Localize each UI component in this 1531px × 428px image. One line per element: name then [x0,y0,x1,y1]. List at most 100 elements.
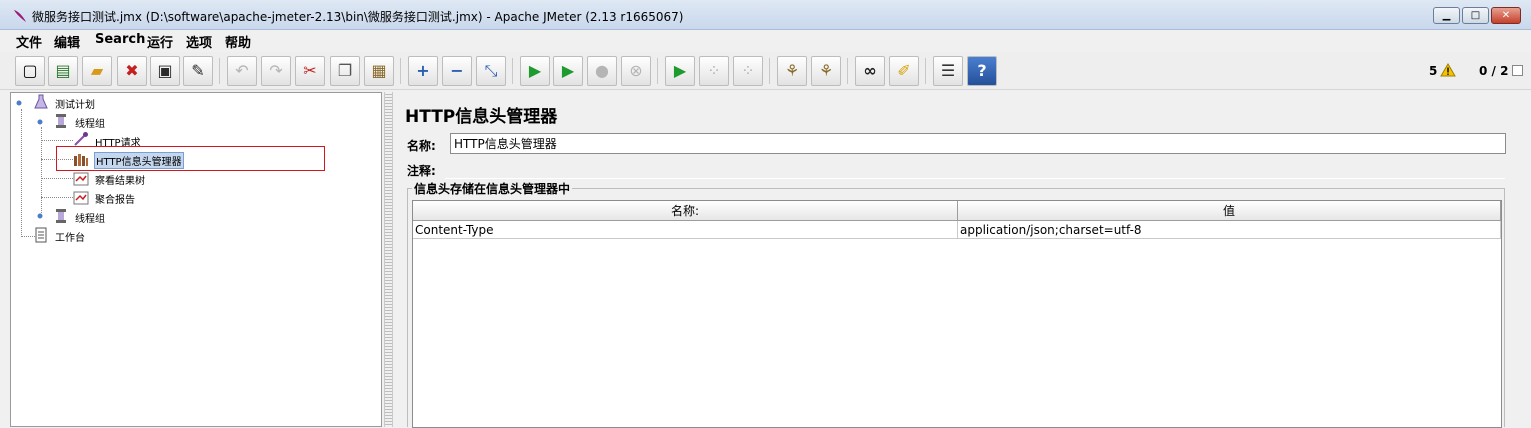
headers-group: 信息头存储在信息头管理器中 名称: 值 Content-Type applica… [407,180,1505,428]
remote-shutdown-icon: ⁘ [741,61,755,80]
save-icon: ▣ [157,61,173,80]
tree-collapse-toggle[interactable] [15,99,23,107]
list-icon: ☰ [940,61,956,80]
reset-search-button[interactable]: ✐ [889,56,919,86]
flask-icon [34,94,48,109]
menu-bar: 文件 编辑 Search 运行 选项 帮助 [0,30,1531,52]
menu-help[interactable]: 帮助 [225,32,251,51]
menu-options[interactable]: 选项 [186,32,212,51]
brush-icon: ✐ [897,61,911,80]
minimize-button[interactable]: ▁ [1433,7,1460,24]
remote-start-button[interactable]: ▶ [665,56,695,86]
start-no-pause-button[interactable]: ▶ [553,56,583,86]
window-controls: ▁ □ ✕ [1433,7,1521,24]
function-helper-button[interactable]: ☰ [933,56,963,86]
menu-edit[interactable]: 编辑 [54,32,80,51]
stop-button[interactable]: ● [587,56,617,86]
headers-table: 名称: 值 Content-Type application/json;char… [412,200,1502,428]
tree-guide-line [41,140,73,141]
toolbar-separator [925,58,926,84]
tree-item-workbench[interactable]: 工作台 [55,229,85,244]
shutdown-button[interactable]: ⊗ [621,56,651,86]
active-threads-count: 0 / 2 [1479,64,1509,78]
menu-file[interactable]: 文件 [16,32,42,51]
search-button[interactable]: ∞ [855,56,885,86]
name-input[interactable] [450,133,1506,154]
tree-item-aggregate-report[interactable]: 聚合报告 [95,191,135,206]
paste-icon: ▦ [371,61,387,80]
panel-splitter[interactable] [384,92,393,427]
test-plan-tree: 测试计划 线程组 HTTP请求 HTTP信息头管理器 察看结果树 聚合报告 线程… [10,92,382,427]
help-icon: ? [977,61,987,80]
toolbar-separator [847,58,848,84]
toggle-button[interactable]: ⤡ [476,56,506,86]
page-title: HTTP信息头管理器 [405,107,558,127]
binoculars-icon: ∞ [863,61,877,80]
table-cell-header-name[interactable]: Content-Type [413,221,958,239]
toolbar-separator [769,58,770,84]
cut-button[interactable]: ✂ [295,56,325,86]
new-button[interactable]: ▢ [15,56,45,86]
column-header-name[interactable]: 名称: [413,201,958,221]
close-file-button[interactable]: ✖ [117,56,147,86]
remote-stop-icon: ⁘ [707,61,721,80]
element-editor-panel: HTTP信息头管理器 名称: 注释: 信息头存储在信息头管理器中 名称: 值 C… [395,92,1524,428]
tree-collapse-toggle[interactable] [36,118,44,126]
workbench-icon [35,227,47,243]
new-file-icon: ▢ [22,61,38,80]
save-button[interactable]: ▣ [150,56,180,86]
scissors-icon: ✂ [303,61,317,80]
play-icon: ▶ [528,61,542,80]
toolbar-separator [512,58,513,84]
toolbar: ▢ ▤ ▰ ✖ ▣ ✎ ↶ ↷ ✂ ❐ ▦ + − ⤡ ▶ ▶ ● ⊗ ▶ ⁘ … [0,52,1531,90]
redo-icon: ↷ [269,61,283,80]
tree-guide-line [21,109,22,237]
tree-item-test-plan[interactable]: 测试计划 [55,96,95,111]
table-cell-header-value[interactable]: application/json;charset=utf-8 [958,221,1501,239]
selection-highlight-box [56,146,325,171]
status-indicator [1512,65,1523,76]
clear-all-button[interactable]: ⚘ [811,56,841,86]
shutdown-icon: ⊗ [629,61,643,80]
open-button[interactable]: ▰ [82,56,112,86]
toolbar-separator [400,58,401,84]
save-as-icon: ✎ [191,61,205,80]
folder-icon: ▰ [90,61,104,80]
spool-icon [56,114,66,128]
paste-button[interactable]: ▦ [364,56,394,86]
start-button[interactable]: ▶ [520,56,550,86]
tree-guide-line [41,178,73,179]
close-window-button[interactable]: ✕ [1491,7,1521,24]
save-as-button[interactable]: ✎ [183,56,213,86]
tree-guide-line [41,197,73,198]
remote-shutdown-button[interactable]: ⁘ [733,56,763,86]
tree-item-view-results-tree[interactable]: 察看结果树 [95,172,145,187]
window-title: 微服务接口测试.jmx (D:\software\apache-jmeter-2… [32,10,684,24]
report-icon [73,191,89,205]
comment-label: 注释: [407,164,436,178]
menu-search[interactable]: Search [95,32,145,47]
remote-stop-button[interactable]: ⁘ [699,56,729,86]
menu-run[interactable]: 运行 [147,32,173,51]
redo-button[interactable]: ↷ [261,56,291,86]
title-bar: 微服务接口测试.jmx (D:\software\apache-jmeter-2… [0,0,1531,30]
collapse-button[interactable]: − [442,56,472,86]
expand-button[interactable]: + [408,56,438,86]
templates-button[interactable]: ▤ [48,56,78,86]
undo-button[interactable]: ↶ [227,56,257,86]
tree-expand-toggle[interactable] [36,212,44,220]
column-header-value[interactable]: 值 [958,201,1501,221]
plus-icon: + [416,61,430,80]
tree-item-thread-group[interactable]: 线程组 [75,115,105,130]
help-button[interactable]: ? [967,56,997,86]
comment-input[interactable] [445,178,1505,179]
copy-button[interactable]: ❐ [330,56,360,86]
stop-icon: ● [595,61,609,80]
minus-icon: − [450,61,464,80]
tree-item-thread-group-2[interactable]: 线程组 [75,210,105,225]
results-tree-icon [73,172,89,186]
clear-button[interactable]: ⚘ [777,56,807,86]
maximize-button[interactable]: □ [1462,7,1489,24]
headers-group-title: 信息头存储在信息头管理器中 [412,180,573,197]
warning-icon[interactable] [1440,63,1456,77]
